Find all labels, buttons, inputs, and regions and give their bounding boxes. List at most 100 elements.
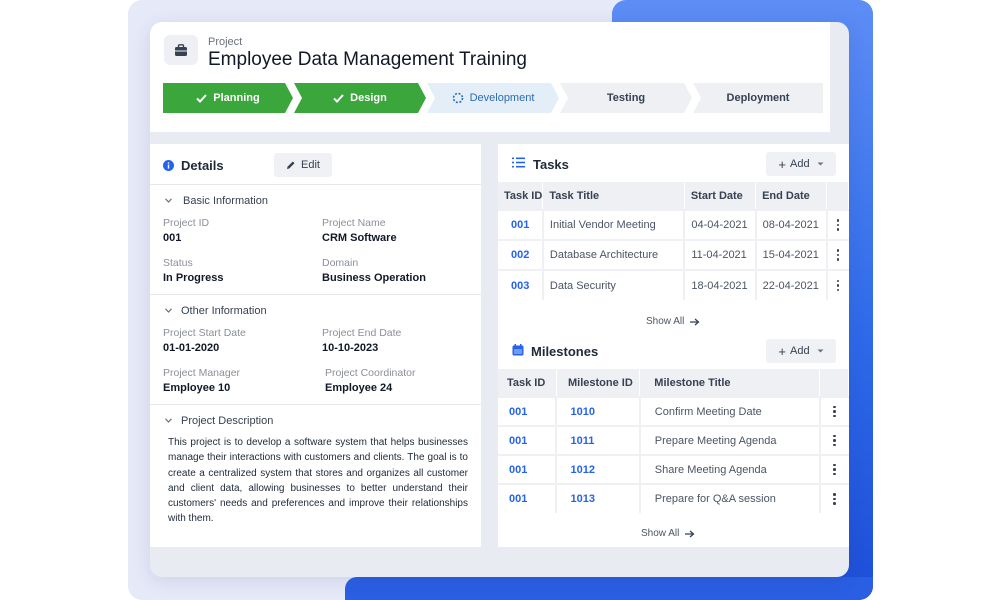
- project-label: Project: [208, 36, 243, 48]
- project-name-label: Project Name: [322, 217, 386, 229]
- table-header-row: Task ID Milestone ID Milestone Title: [498, 369, 849, 397]
- table-row[interactable]: 002 Database Architecture 11-04-2021 15-…: [498, 239, 849, 270]
- table-row[interactable]: 001 1011 Prepare Meeting Agenda: [498, 425, 849, 455]
- status-label: Status: [163, 257, 193, 269]
- details-title: Details: [181, 158, 224, 173]
- coordinator-value: Employee 24: [325, 382, 393, 394]
- milestone-id[interactable]: 1010: [556, 396, 641, 426]
- add-milestone-button[interactable]: + Add: [766, 339, 836, 363]
- row-menu-button[interactable]: [826, 269, 849, 300]
- column-header[interactable]: Milestone ID: [556, 369, 641, 397]
- row-menu-button[interactable]: [819, 425, 849, 455]
- column-header-actions: [819, 369, 849, 397]
- row-menu-button[interactable]: [826, 209, 849, 240]
- milestones-panel: Milestones + Add Task ID Milestone ID Mi…: [498, 335, 849, 547]
- milestones-show-all-link[interactable]: Show All: [641, 528, 695, 539]
- table-row[interactable]: 001 1010 Confirm Meeting Date: [498, 396, 849, 426]
- milestone-task-id[interactable]: 001: [498, 454, 558, 484]
- task-id[interactable]: 002: [498, 239, 544, 270]
- domain-label: Domain: [322, 257, 359, 269]
- row-menu-button[interactable]: [826, 239, 849, 270]
- milestone-title: Prepare Meeting Agenda: [639, 425, 821, 455]
- task-id[interactable]: 001: [498, 209, 544, 240]
- task-end: 15-04-2021: [755, 239, 828, 270]
- row-menu-button[interactable]: [819, 483, 849, 513]
- plus-icon: +: [778, 343, 786, 359]
- manager-label: Project Manager: [163, 367, 241, 379]
- milestone-id[interactable]: 1011: [556, 425, 641, 455]
- edit-button[interactable]: Edit: [274, 153, 332, 177]
- milestone-task-id[interactable]: 001: [498, 483, 558, 513]
- checkmark-icon: [333, 93, 344, 103]
- column-header[interactable]: End Date: [755, 182, 828, 210]
- list-icon: [512, 157, 525, 168]
- stage-planning[interactable]: Planning: [163, 83, 293, 113]
- stage-label: Testing: [606, 92, 646, 104]
- table-row[interactable]: 001 1012 Share Meeting Agenda: [498, 454, 849, 484]
- table-header-row: Task ID Task Title Start Date End Date: [498, 182, 849, 210]
- project-id-value: 001: [163, 232, 182, 244]
- task-end: 22-04-2021: [755, 269, 828, 300]
- spinner-icon: [452, 92, 463, 104]
- description-header[interactable]: Project Description: [181, 415, 273, 427]
- caret-down-icon: [817, 349, 824, 353]
- info-icon: [163, 160, 174, 171]
- add-task-button[interactable]: + Add: [766, 152, 836, 176]
- basic-info-header[interactable]: Basic Information: [183, 195, 268, 207]
- task-start: 11-04-2021: [684, 239, 757, 270]
- row-menu-button[interactable]: [819, 454, 849, 484]
- milestone-id[interactable]: 1013: [556, 483, 641, 513]
- divider: [150, 404, 481, 405]
- coordinator-label: Project Coordinator: [325, 367, 416, 379]
- chevron-down-icon[interactable]: [165, 418, 172, 423]
- chevron-down-icon[interactable]: [165, 308, 172, 313]
- task-end: 08-04-2021: [755, 209, 828, 240]
- kebab-icon: [828, 219, 849, 231]
- stage-development[interactable]: Development: [427, 83, 559, 113]
- stage-label: Design: [350, 92, 387, 104]
- task-title: Database Architecture: [542, 239, 686, 270]
- divider: [150, 184, 481, 185]
- table-row[interactable]: 003 Data Security 18-04-2021 22-04-2021: [498, 269, 849, 300]
- stage-testing[interactable]: Testing: [560, 83, 692, 113]
- milestone-title: Share Meeting Agenda: [639, 454, 821, 484]
- end-date-label: Project End Date: [322, 327, 402, 339]
- column-header[interactable]: Task Title: [542, 182, 685, 210]
- show-all-label: Show All: [641, 528, 680, 539]
- domain-value: Business Operation: [322, 272, 426, 284]
- other-info-header[interactable]: Other Information: [181, 305, 267, 317]
- task-start: 04-04-2021: [684, 209, 757, 240]
- stage-design[interactable]: Design: [294, 83, 426, 113]
- background-blue-strip: [345, 577, 873, 600]
- column-header[interactable]: Task ID: [498, 369, 557, 397]
- project-name-value: CRM Software: [322, 232, 397, 244]
- project-description: This project is to develop a software sy…: [168, 437, 468, 525]
- briefcase-icon: [164, 35, 198, 65]
- add-label: Add: [790, 345, 810, 357]
- show-all-label: Show All: [646, 316, 685, 327]
- task-id[interactable]: 003: [498, 269, 544, 300]
- kebab-icon: [828, 249, 849, 261]
- milestone-id[interactable]: 1012: [556, 454, 641, 484]
- column-header[interactable]: Milestone Title: [639, 369, 821, 397]
- chevron-down-icon[interactable]: [165, 198, 172, 203]
- app-window: Project Employee Data Management Trainin…: [150, 22, 849, 577]
- milestone-task-id[interactable]: 001: [498, 396, 558, 426]
- end-date-value: 10-10-2023: [322, 342, 379, 354]
- task-start: 18-04-2021: [684, 269, 757, 300]
- milestone-task-id[interactable]: 001: [498, 425, 558, 455]
- kebab-icon: [821, 405, 849, 418]
- milestones-table: Task ID Milestone ID Milestone Title 001…: [498, 369, 849, 513]
- row-menu-button[interactable]: [819, 396, 849, 426]
- stage-deployment[interactable]: Deployment: [693, 83, 823, 113]
- plus-icon: +: [778, 156, 786, 172]
- column-header-actions: [826, 182, 849, 210]
- tasks-show-all-link[interactable]: Show All: [646, 316, 700, 327]
- column-header[interactable]: Task ID: [498, 182, 544, 210]
- column-header[interactable]: Start Date: [684, 182, 757, 210]
- kebab-icon: [821, 493, 849, 505]
- stage-label: Development: [469, 92, 535, 104]
- table-row[interactable]: 001 1013 Prepare for Q&A session: [498, 483, 849, 513]
- arrow-right-icon: [690, 318, 700, 325]
- table-row[interactable]: 001 Initial Vendor Meeting 04-04-2021 08…: [498, 209, 849, 240]
